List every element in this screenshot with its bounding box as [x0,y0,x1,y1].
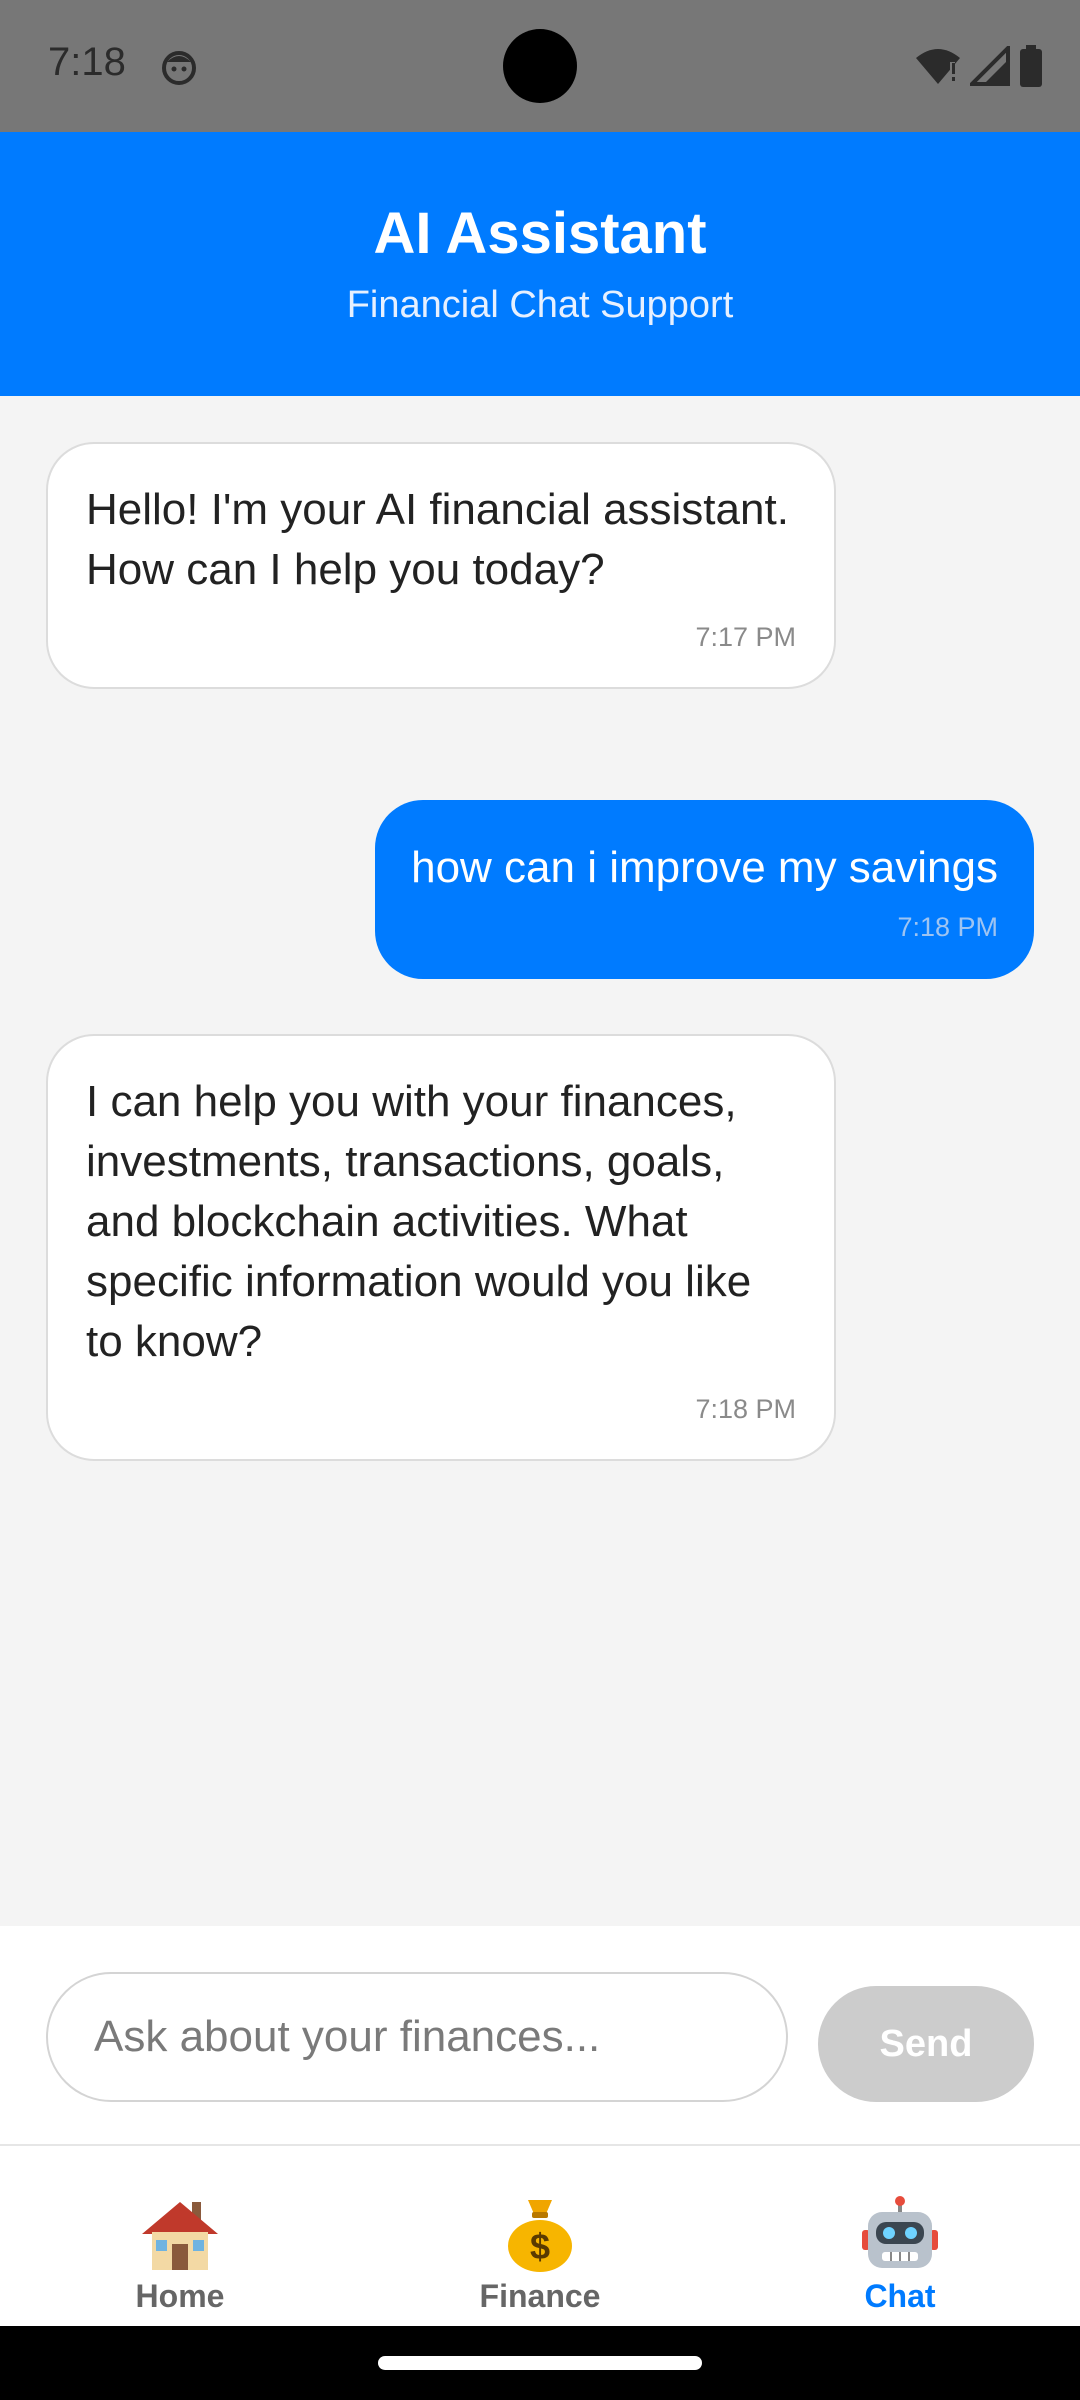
nav-item-chat[interactable]: Chat [720,2146,1080,2326]
bot-message: I can help you with your finances, inves… [46,1034,836,1461]
bot-message: Hello! I'm your AI financial assistant. … [46,442,836,689]
page-title: AI Assistant [373,201,707,266]
status-time: 7:18 [48,40,126,84]
page-subtitle: Financial Chat Support [346,284,734,326]
message-time: 7:18 PM [695,1394,796,1424]
nav-item-finance[interactable]: $ Finance [360,2146,720,2326]
send-button[interactable]: Send [818,1986,1034,2102]
home-indicator[interactable] [378,2356,702,2370]
message-time: 7:17 PM [695,622,796,652]
nav-label: Home [135,2278,225,2314]
nav-item-home[interactable]: Home [0,2146,360,2326]
message-text: Hello! I'm your AI financial assistant. … [86,485,789,594]
notification-face-icon [162,51,196,85]
robot-icon [862,2196,938,2268]
gesture-bar [0,2326,1080,2400]
user-message: how can i improve my savings 7:18 PM [375,800,1034,979]
message-list[interactable]: Hello! I'm your AI financial assistant. … [0,396,1080,1926]
status-icons [914,44,1044,88]
message-text: how can i improve my savings [411,843,998,892]
chat-input[interactable] [46,1972,788,2102]
nav-label: Finance [479,2278,601,2314]
app-header: AI Assistant Financial Chat Support [0,132,1080,396]
composer: Send [0,1926,1080,2146]
house-icon [142,2202,218,2270]
svg-text:$: $ [530,2226,550,2267]
message-text: I can help you with your finances, inves… [86,1077,752,1366]
cell-signal-icon [970,46,1010,86]
bottom-nav: Home $ Finance Chat [0,2146,1080,2326]
battery-icon [1020,45,1042,87]
money-bag-icon: $ [508,2200,572,2272]
camera-cutout [503,29,577,103]
status-bar: 7:18 [0,0,1080,132]
nav-label: Chat [864,2278,936,2314]
wifi-alert-icon [916,49,960,84]
message-time: 7:18 PM [897,912,998,942]
